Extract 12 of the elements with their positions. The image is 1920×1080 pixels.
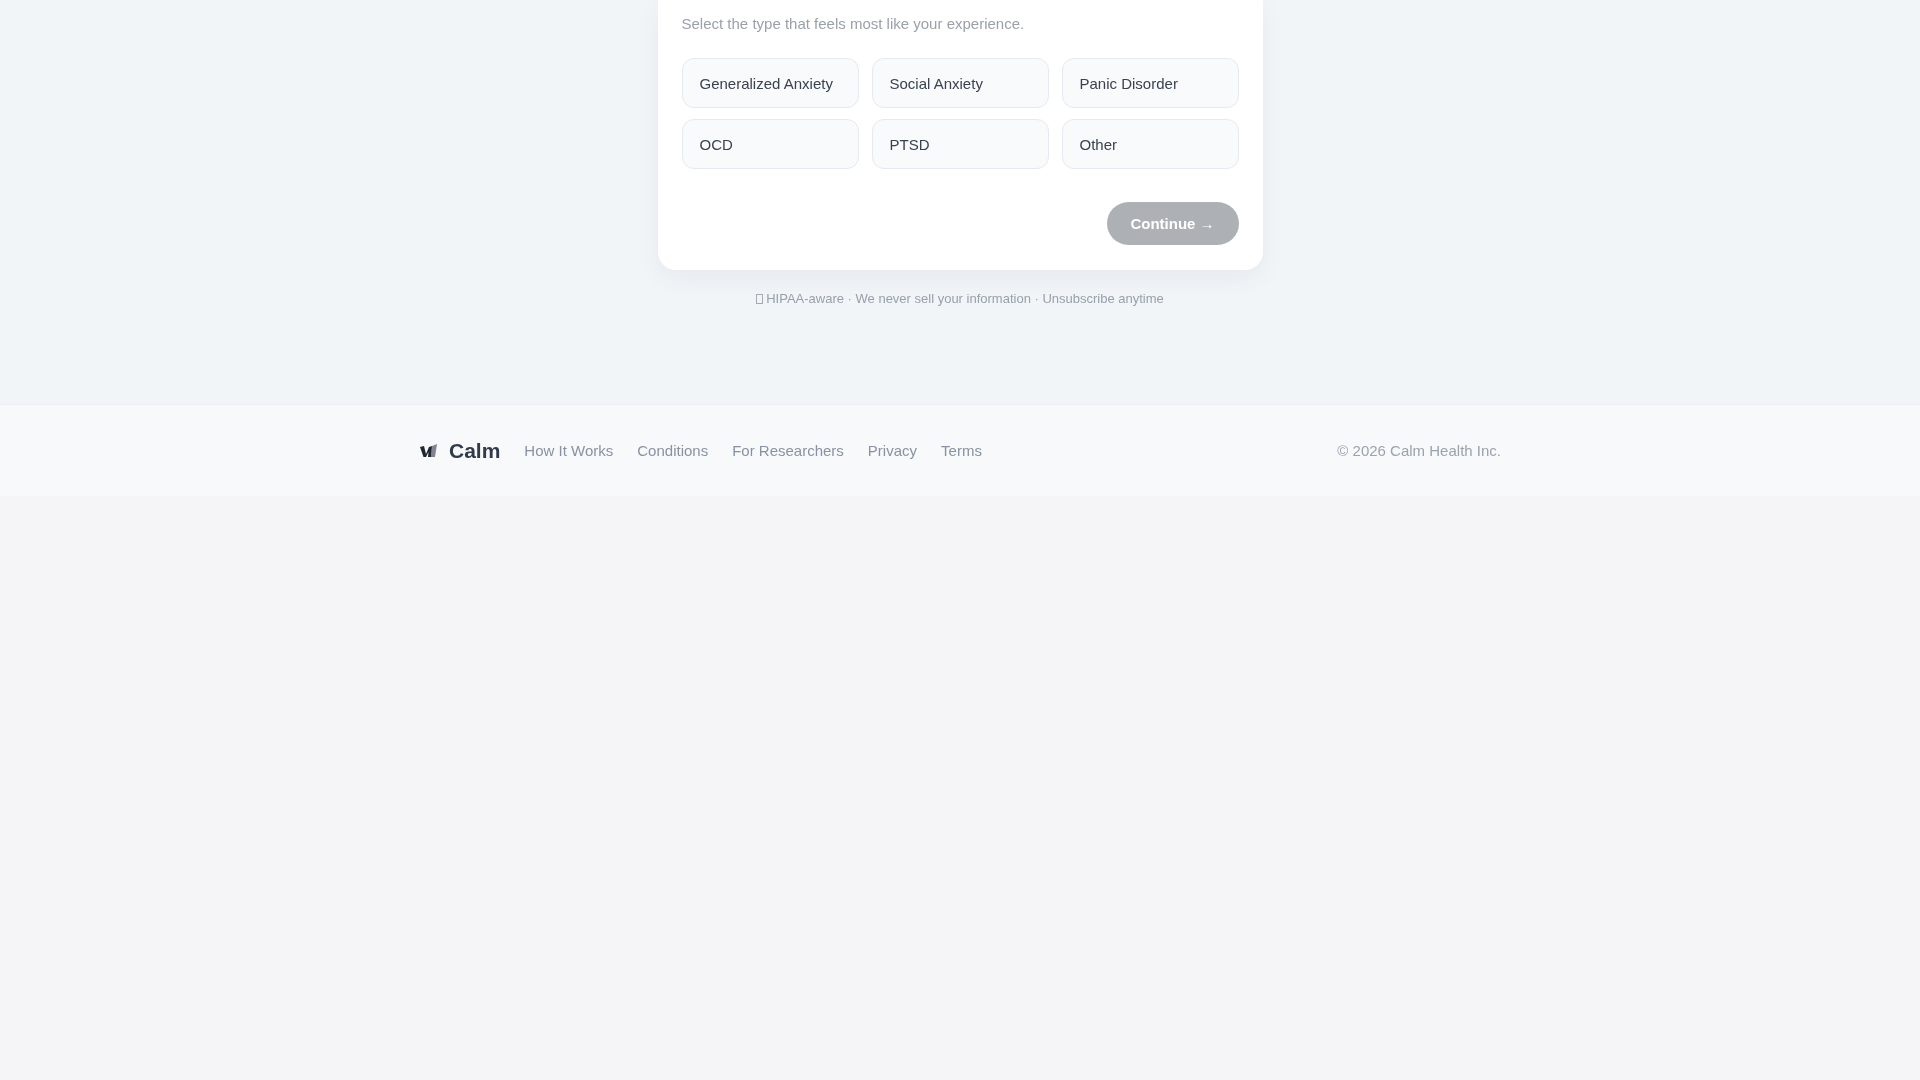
option-button[interactable]: Other <box>1061 119 1239 169</box>
option-button[interactable]: PTSD <box>871 119 1049 169</box>
option-button[interactable]: Generalized Anxiety <box>681 58 859 108</box>
logo-icon <box>419 443 438 458</box>
trust-note: HIPAA-aware · We never sell your information · Unsubscribe anytime <box>766 291 1164 307</box>
missing-glyph-icon <box>756 294 764 304</box>
question-subtitle: Select the type that feels most like your experience. <box>681 14 1026 34</box>
option-button[interactable]: OCD <box>681 119 859 169</box>
option-button[interactable]: Panic Disorder <box>1061 58 1239 108</box>
copyright-text: © 2026 Calm Health Inc. <box>1337 442 1501 459</box>
brand-name: Calm <box>449 438 501 463</box>
option-button[interactable]: Social Anxiety <box>871 58 1049 108</box>
